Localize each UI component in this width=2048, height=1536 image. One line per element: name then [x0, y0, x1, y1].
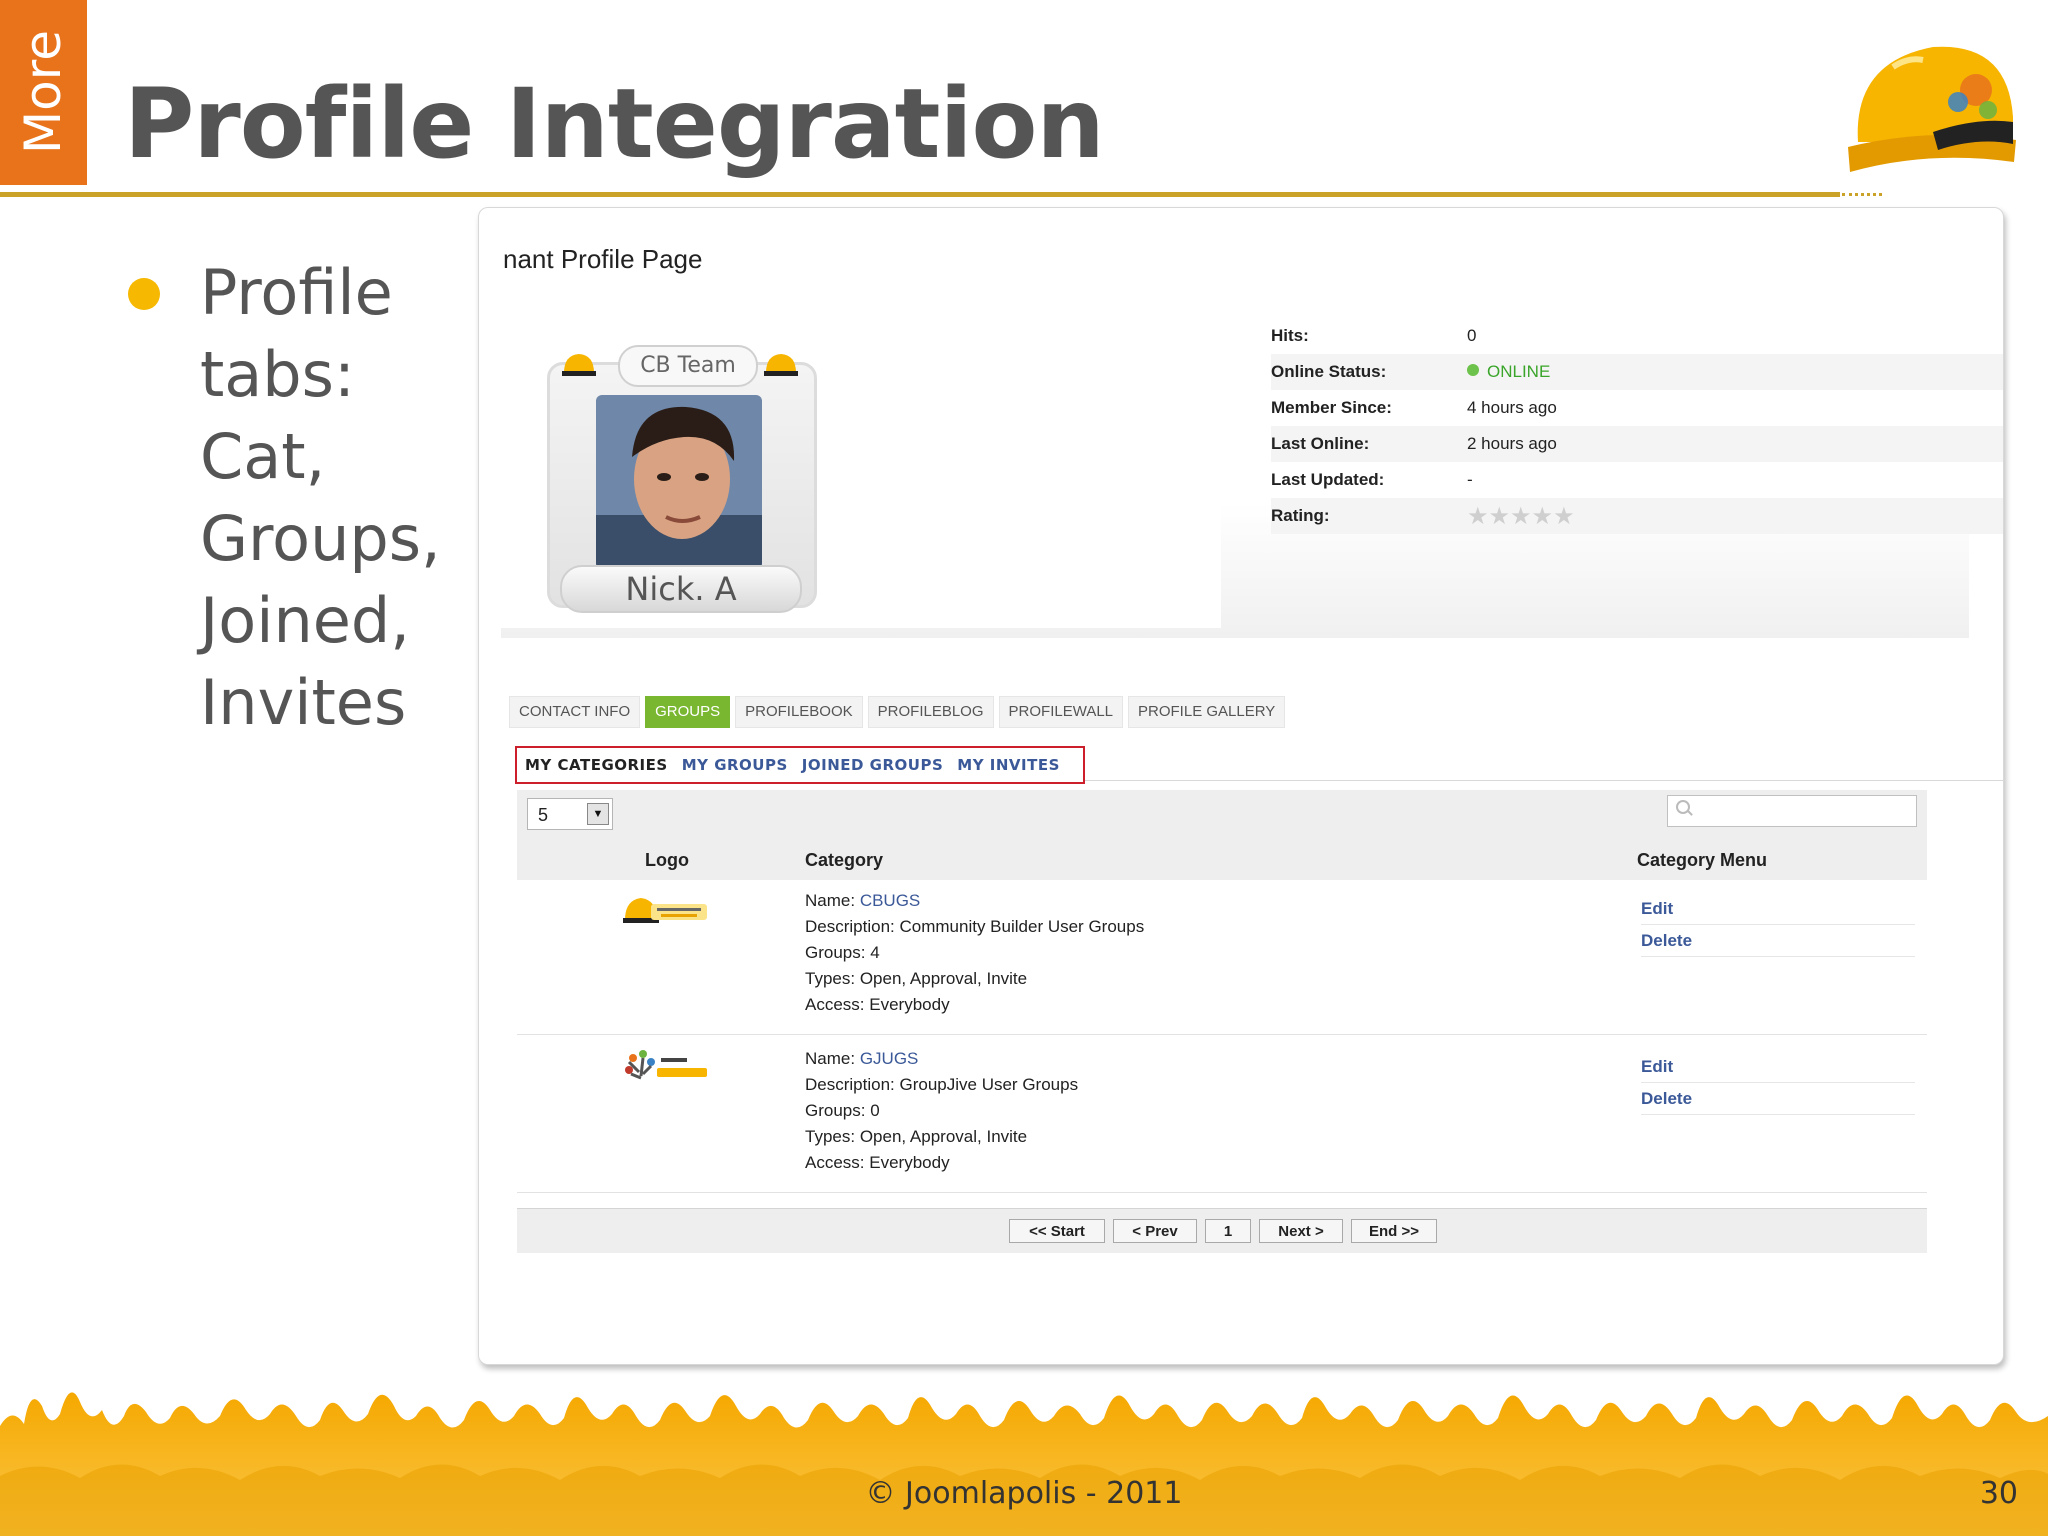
name-label: Name: — [805, 1049, 856, 1068]
pager-end-button[interactable]: End >> — [1351, 1219, 1437, 1243]
types-value: Open, Approval, Invite — [859, 969, 1028, 988]
subtab-divider — [1085, 780, 2003, 781]
star-icon[interactable]: ★ — [1510, 503, 1532, 530]
page-size-value: 5 — [538, 805, 549, 825]
slide-title: Profile Integration — [124, 68, 1105, 180]
avatar-frame: CB Team Nick. A — [547, 345, 817, 613]
subtab-my-categories[interactable]: MY CATEGORIES — [525, 756, 668, 774]
team-badge: CB Team — [618, 345, 758, 387]
page-number: 30 — [1979, 1476, 2018, 1511]
info-label: Member Since: — [1271, 398, 1392, 417]
delete-category-link[interactable]: Delete — [1641, 1084, 1915, 1115]
online-status-icon — [1467, 364, 1479, 376]
title-underline — [0, 192, 1840, 197]
search-input[interactable] — [1667, 795, 1917, 827]
joomlapolis-helmet-logo — [1848, 46, 2016, 172]
description-value: GroupJive User Groups — [899, 1075, 1079, 1094]
groups-label: Groups: — [805, 943, 866, 962]
subtab-my-groups[interactable]: MY GROUPS — [682, 756, 788, 774]
pagination: << Start < Prev 1 Next > End >> — [517, 1208, 1927, 1253]
types-value: Open, Approval, Invite — [859, 1127, 1028, 1146]
member-since-value: 4 hours ago — [1467, 398, 1557, 417]
tab-contact-info[interactable]: CONTACT INFO — [509, 696, 641, 728]
access-label: Access: — [805, 995, 865, 1014]
avatar-panel: CB Team Nick. A — [501, 298, 1221, 628]
profile-screenshot: nant Profile Page CB Team Nick. A Hits: … — [478, 207, 2004, 1365]
access-value: Everybody — [869, 995, 950, 1014]
access-label: Access: — [805, 1153, 865, 1172]
info-label: Last Online: — [1271, 426, 1467, 462]
groups-value: 0 — [870, 1101, 880, 1120]
categories-list: 5 ▼ Logo Category Category Menu Name: CBU… — [517, 790, 1927, 1253]
tab-profileblog[interactable]: PROFILEBLOG — [867, 696, 994, 728]
helmet-icon — [764, 354, 798, 376]
description-value: Community Builder User Groups — [899, 917, 1145, 936]
edit-category-link[interactable]: Edit — [1641, 894, 1915, 925]
pager-prev-button[interactable]: < Prev — [1113, 1219, 1197, 1243]
profile-name: Nick. A — [560, 565, 802, 613]
star-icon[interactable]: ★ — [1532, 503, 1554, 530]
info-label: Last Updated: — [1271, 470, 1385, 489]
name-label: Name: — [805, 891, 856, 910]
pager-page-button[interactable]: 1 — [1205, 1219, 1251, 1243]
last-updated-value: - — [1467, 470, 1473, 489]
page-size-select[interactable]: 5 ▼ — [527, 798, 613, 830]
column-header-logo[interactable]: Logo — [645, 850, 689, 871]
category-details: Name: CBUGS Description: Community Build… — [805, 888, 1144, 1018]
subtab-joined-groups[interactable]: JOINED GROUPS — [802, 756, 943, 774]
search-icon — [1676, 800, 1690, 814]
star-icon[interactable]: ★ — [1489, 503, 1511, 530]
chevron-down-icon[interactable]: ▼ — [587, 803, 609, 825]
tab-profile-gallery[interactable]: PROFILE GALLERY — [1128, 696, 1286, 728]
delete-category-link[interactable]: Delete — [1641, 926, 1915, 957]
pager-next-button[interactable]: Next > — [1259, 1219, 1343, 1243]
subtab-my-invites[interactable]: MY INVITES — [957, 756, 1060, 774]
hits-value: 0 — [1467, 326, 1477, 345]
profile-info-table: Hits: 0 Online Status: ONLINE Member Since… — [1271, 318, 2003, 534]
info-label: Hits: — [1271, 326, 1309, 345]
types-label: Types: — [805, 969, 856, 988]
gjugs-logo[interactable] — [621, 1048, 711, 1088]
column-header-menu: Category Menu — [1637, 850, 1768, 870]
column-header-category[interactable]: Category — [805, 850, 883, 871]
table-row: Name: CBUGS Description: Community Build… — [517, 884, 1927, 1035]
profile-header: CB Team Nick. A Hits: 0 Online Status: ONL… — [501, 298, 2003, 638]
profile-tabs: CONTACT INFO GROUPS PROFILEBOOK PROFILEB… — [509, 696, 1286, 728]
edit-category-link[interactable]: Edit — [1641, 1052, 1915, 1083]
groups-subtabs: MY CATEGORIES MY GROUPS JOINED GROUPS MY… — [515, 746, 1085, 784]
groups-value: 4 — [870, 943, 880, 962]
star-icon[interactable]: ★ — [1553, 503, 1575, 530]
avatar[interactable] — [596, 395, 762, 569]
types-label: Types: — [805, 1127, 856, 1146]
category-name-link[interactable]: GJUGS — [860, 1049, 919, 1068]
tab-groups[interactable]: GROUPS — [645, 696, 731, 728]
section-tab-label: More — [14, 30, 72, 154]
info-label: Rating: — [1271, 498, 1467, 534]
table-row: Name: GJUGS Description: GroupJive User … — [517, 1042, 1927, 1193]
footer-copyright: © Joomlapolis - 2011 — [865, 1476, 1183, 1511]
online-status-value: ONLINE — [1487, 362, 1551, 381]
info-label: Online Status: — [1271, 354, 1467, 390]
access-value: Everybody — [869, 1153, 950, 1172]
bullet-text: Profile tabs: Cat, Groups, Joined, Invit… — [200, 256, 441, 739]
list-toolbar: 5 ▼ Logo Category Category Menu — [517, 790, 1927, 880]
profile-page-title: nant Profile Page — [503, 244, 703, 274]
tab-profilebook[interactable]: PROFILEBOOK — [735, 696, 863, 728]
star-icon[interactable]: ★ — [1467, 503, 1489, 530]
tab-profilewall[interactable]: PROFILEWALL — [998, 696, 1124, 728]
rating-stars[interactable]: ★★★★★ — [1467, 498, 2003, 534]
description-label: Description: — [805, 1075, 895, 1094]
category-name-link[interactable]: CBUGS — [860, 891, 920, 910]
cbugs-logo[interactable] — [621, 890, 711, 930]
section-tab: More — [0, 0, 87, 185]
groups-label: Groups: — [805, 1101, 866, 1120]
pager-start-button[interactable]: << Start — [1009, 1219, 1105, 1243]
last-online-value: 2 hours ago — [1467, 426, 2003, 462]
helmet-icon — [562, 354, 596, 376]
category-details: Name: GJUGS Description: GroupJive User … — [805, 1046, 1078, 1176]
bullet-marker — [128, 278, 160, 310]
description-label: Description: — [805, 917, 895, 936]
